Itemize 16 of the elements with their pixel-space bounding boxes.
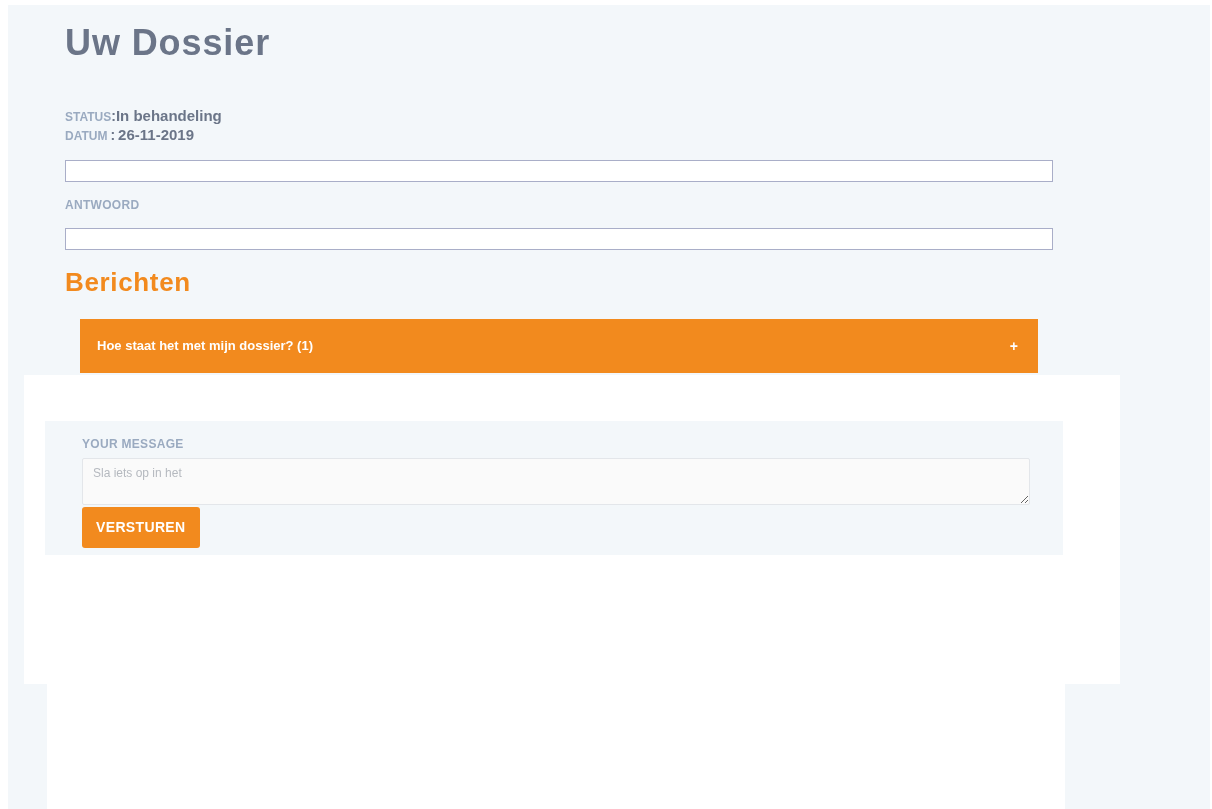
date-value: 26-11-2019 — [118, 126, 194, 144]
send-button[interactable]: VERSTUREN — [82, 507, 200, 548]
status-label: STATUS — [65, 109, 112, 126]
colon: : — [111, 107, 116, 125]
answer-label: ANTWOORD — [65, 197, 140, 214]
message-label: YOUR MESSAGE — [82, 436, 184, 453]
message-field[interactable]: Sla iets op in het — [82, 458, 1030, 505]
status-value: In behandeling — [115, 107, 222, 125]
answer-field[interactable] — [65, 228, 1053, 250]
date-label: DATUM — [65, 128, 108, 145]
messages-heading: Berichten — [65, 267, 191, 297]
accordion-header[interactable]: Hoe staat het met mijn dossier? (1) + — [80, 319, 1038, 373]
plus-icon: + — [1009, 335, 1018, 357]
colon: : — [110, 126, 116, 144]
input-field[interactable] — [65, 160, 1053, 182]
page-title: Uw Dossier — [65, 23, 271, 63]
